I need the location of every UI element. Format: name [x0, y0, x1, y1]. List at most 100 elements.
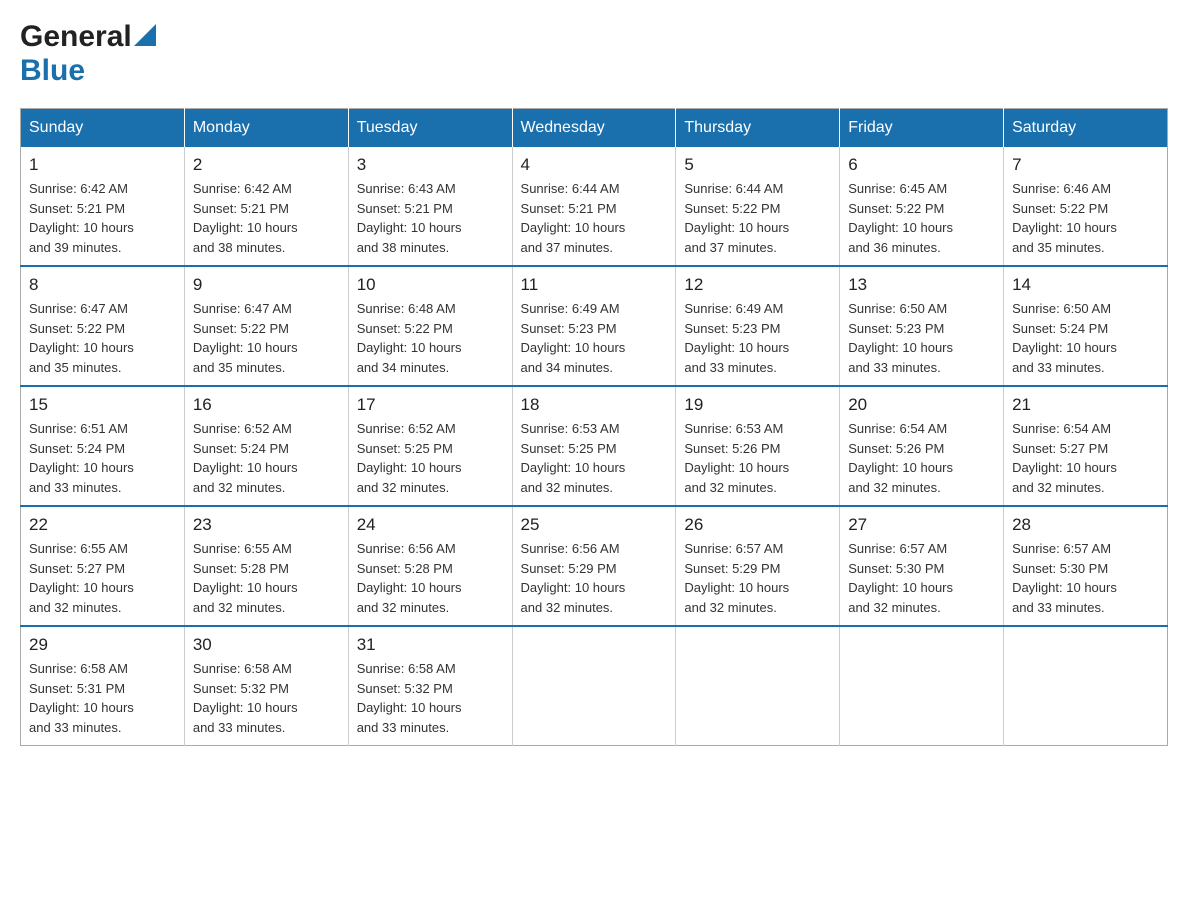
calendar-cell: 16 Sunrise: 6:52 AM Sunset: 5:24 PM Dayl… [184, 386, 348, 506]
calendar-cell: 25 Sunrise: 6:56 AM Sunset: 5:29 PM Dayl… [512, 506, 676, 626]
calendar-cell: 11 Sunrise: 6:49 AM Sunset: 5:23 PM Dayl… [512, 266, 676, 386]
day-info: Sunrise: 6:42 AM Sunset: 5:21 PM Dayligh… [29, 179, 176, 257]
day-number: 22 [29, 515, 176, 535]
calendar-cell [1004, 626, 1168, 746]
day-info: Sunrise: 6:50 AM Sunset: 5:23 PM Dayligh… [848, 299, 995, 377]
calendar-cell: 17 Sunrise: 6:52 AM Sunset: 5:25 PM Dayl… [348, 386, 512, 506]
header-day-saturday: Saturday [1004, 109, 1168, 148]
day-number: 26 [684, 515, 831, 535]
day-number: 19 [684, 395, 831, 415]
week-row-4: 22 Sunrise: 6:55 AM Sunset: 5:27 PM Dayl… [21, 506, 1168, 626]
day-number: 24 [357, 515, 504, 535]
calendar-cell: 30 Sunrise: 6:58 AM Sunset: 5:32 PM Dayl… [184, 626, 348, 746]
day-info: Sunrise: 6:44 AM Sunset: 5:22 PM Dayligh… [684, 179, 831, 257]
logo-general-text: General [20, 20, 132, 54]
calendar-cell: 20 Sunrise: 6:54 AM Sunset: 5:26 PM Dayl… [840, 386, 1004, 506]
calendar-cell [512, 626, 676, 746]
day-info: Sunrise: 6:58 AM Sunset: 5:32 PM Dayligh… [193, 659, 340, 737]
calendar-cell: 10 Sunrise: 6:48 AM Sunset: 5:22 PM Dayl… [348, 266, 512, 386]
calendar-cell: 5 Sunrise: 6:44 AM Sunset: 5:22 PM Dayli… [676, 147, 840, 266]
day-number: 3 [357, 155, 504, 175]
day-number: 7 [1012, 155, 1159, 175]
day-info: Sunrise: 6:57 AM Sunset: 5:30 PM Dayligh… [848, 539, 995, 617]
day-info: Sunrise: 6:57 AM Sunset: 5:29 PM Dayligh… [684, 539, 831, 617]
calendar-cell: 3 Sunrise: 6:43 AM Sunset: 5:21 PM Dayli… [348, 147, 512, 266]
day-number: 28 [1012, 515, 1159, 535]
day-info: Sunrise: 6:47 AM Sunset: 5:22 PM Dayligh… [29, 299, 176, 377]
day-number: 10 [357, 275, 504, 295]
header-day-tuesday: Tuesday [348, 109, 512, 148]
week-row-3: 15 Sunrise: 6:51 AM Sunset: 5:24 PM Dayl… [21, 386, 1168, 506]
day-number: 1 [29, 155, 176, 175]
day-info: Sunrise: 6:54 AM Sunset: 5:26 PM Dayligh… [848, 419, 995, 497]
day-info: Sunrise: 6:55 AM Sunset: 5:28 PM Dayligh… [193, 539, 340, 617]
day-info: Sunrise: 6:45 AM Sunset: 5:22 PM Dayligh… [848, 179, 995, 257]
calendar-header: SundayMondayTuesdayWednesdayThursdayFrid… [21, 109, 1168, 148]
calendar-cell: 13 Sunrise: 6:50 AM Sunset: 5:23 PM Dayl… [840, 266, 1004, 386]
day-info: Sunrise: 6:42 AM Sunset: 5:21 PM Dayligh… [193, 179, 340, 257]
week-row-5: 29 Sunrise: 6:58 AM Sunset: 5:31 PM Dayl… [21, 626, 1168, 746]
day-info: Sunrise: 6:54 AM Sunset: 5:27 PM Dayligh… [1012, 419, 1159, 497]
calendar-cell: 7 Sunrise: 6:46 AM Sunset: 5:22 PM Dayli… [1004, 147, 1168, 266]
calendar-cell: 4 Sunrise: 6:44 AM Sunset: 5:21 PM Dayli… [512, 147, 676, 266]
day-info: Sunrise: 6:48 AM Sunset: 5:22 PM Dayligh… [357, 299, 504, 377]
day-number: 16 [193, 395, 340, 415]
day-info: Sunrise: 6:46 AM Sunset: 5:22 PM Dayligh… [1012, 179, 1159, 257]
calendar-cell: 18 Sunrise: 6:53 AM Sunset: 5:25 PM Dayl… [512, 386, 676, 506]
calendar-cell: 29 Sunrise: 6:58 AM Sunset: 5:31 PM Dayl… [21, 626, 185, 746]
day-number: 14 [1012, 275, 1159, 295]
header-day-friday: Friday [840, 109, 1004, 148]
day-info: Sunrise: 6:51 AM Sunset: 5:24 PM Dayligh… [29, 419, 176, 497]
calendar-cell: 2 Sunrise: 6:42 AM Sunset: 5:21 PM Dayli… [184, 147, 348, 266]
day-info: Sunrise: 6:53 AM Sunset: 5:25 PM Dayligh… [521, 419, 668, 497]
day-number: 23 [193, 515, 340, 535]
calendar-cell: 14 Sunrise: 6:50 AM Sunset: 5:24 PM Dayl… [1004, 266, 1168, 386]
day-info: Sunrise: 6:52 AM Sunset: 5:25 PM Dayligh… [357, 419, 504, 497]
logo-blue-text: Blue [20, 54, 85, 88]
calendar-cell: 28 Sunrise: 6:57 AM Sunset: 5:30 PM Dayl… [1004, 506, 1168, 626]
day-number: 8 [29, 275, 176, 295]
header-day-sunday: Sunday [21, 109, 185, 148]
day-number: 30 [193, 635, 340, 655]
day-number: 9 [193, 275, 340, 295]
day-number: 11 [521, 275, 668, 295]
calendar-cell: 6 Sunrise: 6:45 AM Sunset: 5:22 PM Dayli… [840, 147, 1004, 266]
calendar-table: SundayMondayTuesdayWednesdayThursdayFrid… [20, 108, 1168, 746]
day-number: 18 [521, 395, 668, 415]
calendar-cell: 12 Sunrise: 6:49 AM Sunset: 5:23 PM Dayl… [676, 266, 840, 386]
day-number: 4 [521, 155, 668, 175]
day-info: Sunrise: 6:52 AM Sunset: 5:24 PM Dayligh… [193, 419, 340, 497]
calendar-cell: 1 Sunrise: 6:42 AM Sunset: 5:21 PM Dayli… [21, 147, 185, 266]
day-number: 31 [357, 635, 504, 655]
logo: General Blue [20, 20, 156, 88]
day-info: Sunrise: 6:53 AM Sunset: 5:26 PM Dayligh… [684, 419, 831, 497]
calendar-cell: 21 Sunrise: 6:54 AM Sunset: 5:27 PM Dayl… [1004, 386, 1168, 506]
calendar-cell: 27 Sunrise: 6:57 AM Sunset: 5:30 PM Dayl… [840, 506, 1004, 626]
header-day-thursday: Thursday [676, 109, 840, 148]
calendar-cell: 9 Sunrise: 6:47 AM Sunset: 5:22 PM Dayli… [184, 266, 348, 386]
calendar-cell [840, 626, 1004, 746]
day-number: 25 [521, 515, 668, 535]
week-row-2: 8 Sunrise: 6:47 AM Sunset: 5:22 PM Dayli… [21, 266, 1168, 386]
calendar-cell: 15 Sunrise: 6:51 AM Sunset: 5:24 PM Dayl… [21, 386, 185, 506]
day-number: 6 [848, 155, 995, 175]
calendar-cell: 24 Sunrise: 6:56 AM Sunset: 5:28 PM Dayl… [348, 506, 512, 626]
day-info: Sunrise: 6:47 AM Sunset: 5:22 PM Dayligh… [193, 299, 340, 377]
day-info: Sunrise: 6:58 AM Sunset: 5:32 PM Dayligh… [357, 659, 504, 737]
header-row: SundayMondayTuesdayWednesdayThursdayFrid… [21, 109, 1168, 148]
calendar-cell: 22 Sunrise: 6:55 AM Sunset: 5:27 PM Dayl… [21, 506, 185, 626]
day-info: Sunrise: 6:57 AM Sunset: 5:30 PM Dayligh… [1012, 539, 1159, 617]
logo-arrow-icon [134, 24, 156, 46]
day-number: 29 [29, 635, 176, 655]
day-info: Sunrise: 6:58 AM Sunset: 5:31 PM Dayligh… [29, 659, 176, 737]
day-info: Sunrise: 6:56 AM Sunset: 5:29 PM Dayligh… [521, 539, 668, 617]
day-info: Sunrise: 6:49 AM Sunset: 5:23 PM Dayligh… [521, 299, 668, 377]
header-day-wednesday: Wednesday [512, 109, 676, 148]
day-number: 17 [357, 395, 504, 415]
day-number: 27 [848, 515, 995, 535]
day-info: Sunrise: 6:49 AM Sunset: 5:23 PM Dayligh… [684, 299, 831, 377]
day-info: Sunrise: 6:56 AM Sunset: 5:28 PM Dayligh… [357, 539, 504, 617]
day-info: Sunrise: 6:44 AM Sunset: 5:21 PM Dayligh… [521, 179, 668, 257]
day-number: 20 [848, 395, 995, 415]
calendar-cell: 8 Sunrise: 6:47 AM Sunset: 5:22 PM Dayli… [21, 266, 185, 386]
